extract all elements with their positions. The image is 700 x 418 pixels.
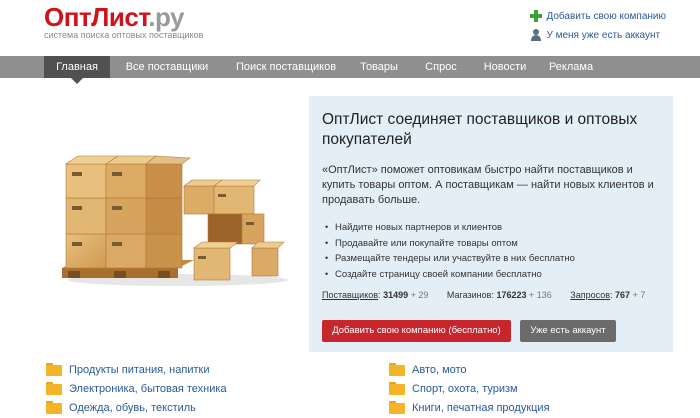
category-item-sport[interactable]: Спорт, охота, туризм [389, 379, 550, 398]
category-label: Спорт, охота, туризм [412, 382, 518, 395]
account-links: Добавить свою компанию У меня уже есть а… [530, 8, 666, 46]
requests-count: 767 [615, 290, 631, 300]
category-item-electronics[interactable]: Электроника, бытовая техника [46, 379, 227, 398]
category-label: Авто, мото [412, 363, 467, 376]
logo-brand: ОптЛист [44, 2, 149, 32]
site-header: ОптЛист.ру система поиска оптовых постав… [0, 0, 700, 56]
category-item-clothing[interactable]: Одежда, обувь, текстиль [46, 398, 227, 417]
add-company-link-label: Добавить свою компанию [546, 10, 666, 22]
suppliers-count: 31499 [383, 290, 409, 300]
nav-item-news[interactable]: Новости [472, 56, 538, 78]
list-item: Размещайте тендеры или участвуйте в них … [325, 251, 575, 267]
nav-item-supplier-search[interactable]: Поиск поставщиков [224, 56, 348, 78]
folder-icon [46, 363, 62, 376]
category-label: Одежда, обувь, текстиль [69, 401, 196, 414]
list-item: Найдите новых партнеров и клиентов [325, 220, 575, 236]
promo-description: «ОптЛист» поможет оптовикам быстро найти… [322, 164, 654, 206]
nav-item-demand[interactable]: Спрос [410, 56, 472, 78]
list-item: Создайте страницу своей компании бесплат… [325, 267, 575, 283]
shops-increment: + 136 [529, 290, 552, 300]
site-tagline: система поиска оптовых поставщиков [44, 30, 204, 40]
category-list-right: Авто, мото Спорт, охота, туризм Книги, п… [389, 360, 550, 417]
nav-item-home[interactable]: Главная [44, 56, 110, 84]
category-label: Книги, печатная продукция [412, 401, 550, 414]
add-company-button[interactable]: Добавить свою компанию (бесплатно) [322, 320, 511, 342]
nav-item-all-suppliers[interactable]: Все поставщики [110, 56, 224, 78]
nav-item-goods[interactable]: Товары [348, 56, 410, 78]
add-company-link[interactable]: Добавить свою компанию [530, 8, 666, 24]
stats-line: Поставщиков: 31499 + 29 Магазинов: 17622… [322, 290, 646, 300]
suppliers-stat-link[interactable]: Поставщиков [322, 290, 378, 300]
category-item-books[interactable]: Книги, печатная продукция [389, 398, 550, 417]
user-icon [530, 29, 542, 41]
shops-stat-label: Магазинов: [446, 290, 494, 300]
plus-icon [530, 10, 543, 22]
have-account-button[interactable]: Уже есть аккаунт [520, 320, 616, 342]
folder-icon [46, 401, 62, 414]
benefits-list: Найдите новых партнеров и клиентов Прода… [325, 220, 575, 282]
have-account-link-label: У меня уже есть аккаунт [546, 29, 661, 41]
have-account-link[interactable]: У меня уже есть аккаунт [530, 27, 666, 43]
category-label: Электроника, бытовая техника [69, 382, 227, 395]
shops-count: 176223 [496, 290, 527, 300]
logo-tld: .ру [148, 2, 185, 32]
suppliers-increment: + 29 [410, 290, 429, 300]
list-item: Продавайте или покупайте товары оптом [325, 236, 575, 252]
category-list-left: Продукты питания, напитки Электроника, б… [46, 360, 227, 417]
category-item-auto[interactable]: Авто, мото [389, 360, 550, 379]
category-label: Продукты питания, напитки [69, 363, 210, 376]
requests-stat-link[interactable]: Запросов [570, 290, 610, 300]
site-logo[interactable]: ОптЛист.ру [44, 2, 185, 33]
promo-panel: ОптЛист соединяет поставщиков и оптовых … [309, 96, 673, 352]
folder-icon [389, 401, 405, 414]
requests-increment: + 7 [632, 290, 646, 300]
nav-item-ads[interactable]: Реклама [538, 56, 604, 78]
main-nav: Главная Все поставщики Поиск поставщиков… [0, 56, 700, 84]
promo-title: ОптЛист соединяет поставщиков и оптовых … [322, 111, 638, 148]
category-item-food[interactable]: Продукты питания, напитки [46, 360, 227, 379]
folder-icon [389, 363, 405, 376]
folder-icon [46, 382, 62, 395]
boxes-on-pallet-image [62, 155, 288, 286]
folder-icon [389, 382, 405, 395]
